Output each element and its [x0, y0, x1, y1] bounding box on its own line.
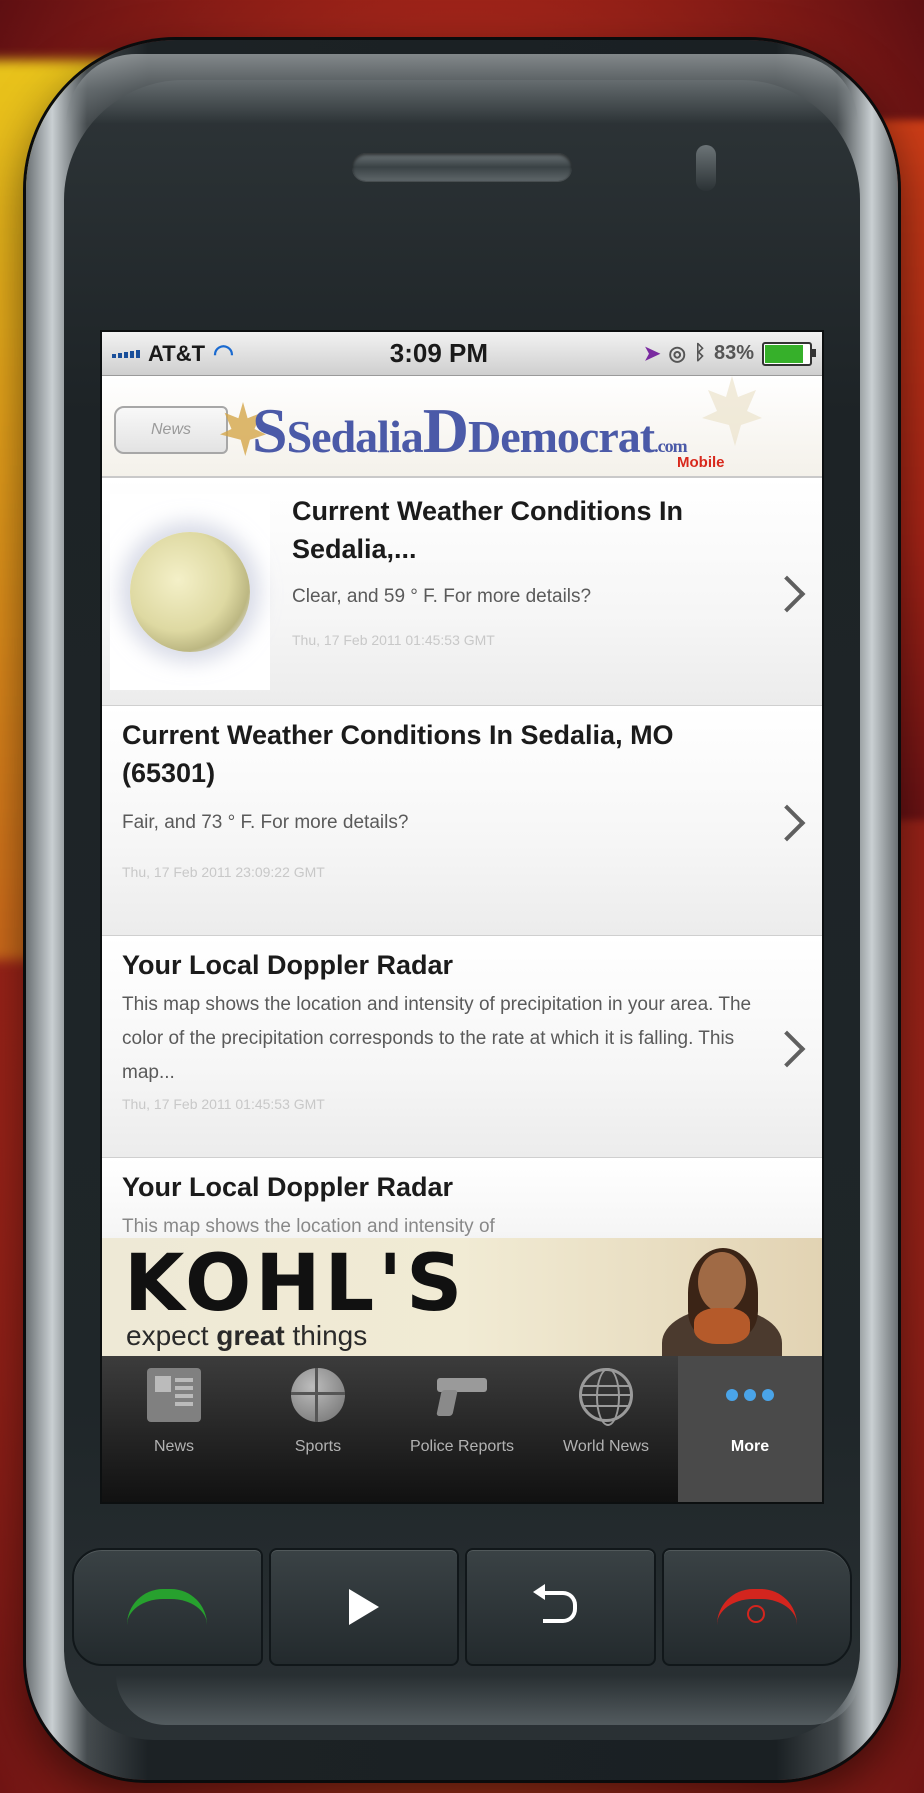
- earpiece-speaker: [352, 153, 572, 181]
- play-button[interactable]: [268, 1548, 459, 1666]
- article-title: Current Weather Conditions In Sedalia, M…: [122, 720, 674, 788]
- ad-tag-bold: great: [216, 1320, 285, 1351]
- newspaper-icon: [147, 1368, 201, 1422]
- list-item[interactable]: Current Weather Conditions In Sedalia,..…: [102, 478, 822, 706]
- chevron-right-icon: [768, 1030, 806, 1068]
- bluetooth-icon: ᛒ: [693, 342, 706, 364]
- basketball-icon: [291, 1368, 345, 1422]
- article-list: Current Weather Conditions In Sedalia,..…: [102, 478, 822, 1278]
- end-call-button[interactable]: [661, 1548, 852, 1666]
- tab-news[interactable]: News: [102, 1356, 246, 1502]
- article-description: This map shows the location and intensit…: [122, 994, 752, 1083]
- article-description: Clear, and 59 ° F. For more details?: [292, 586, 592, 607]
- gun-icon: [435, 1368, 489, 1422]
- ad-tag-suffix: things: [284, 1320, 368, 1351]
- signal-strength-icon: [112, 349, 140, 358]
- battery-percent: 83%: [713, 342, 754, 364]
- article-date: Thu, 17 Feb 2011 23:09:22 GMT: [122, 864, 325, 880]
- status-time: 3:09 PM: [389, 338, 488, 368]
- tab-police-reports[interactable]: Police Reports: [390, 1356, 534, 1502]
- tab-label: Sports: [294, 1438, 342, 1455]
- ad-tag-prefix: expect: [126, 1320, 217, 1351]
- alarm-icon: ◎: [668, 343, 686, 365]
- carrier-name: AT&T: [148, 340, 206, 366]
- tab-bar: News Sports Police Reports World News Mo…: [102, 1356, 822, 1502]
- phone-bottom-rim: [116, 1675, 860, 1725]
- phone-top-rim: [66, 54, 858, 124]
- article-title: Your Local Doppler Radar: [122, 1172, 454, 1202]
- status-bar: AT&T ◠ 3:09 PM ➤ ◎ ᛒ 83%: [102, 332, 822, 376]
- front-camera: [696, 145, 716, 191]
- moon-icon: [130, 532, 250, 652]
- tab-world-news[interactable]: World News: [534, 1356, 678, 1502]
- app-header: News SSedaliaDDemocrat.com Mobile: [102, 376, 822, 478]
- wifi-icon: ◠: [213, 340, 234, 367]
- chevron-right-icon: [768, 575, 806, 613]
- ad-model-image: [642, 1248, 792, 1356]
- logo-part2: Democrat: [467, 411, 655, 462]
- weather-thumbnail: [110, 494, 270, 690]
- article-title: Current Weather Conditions In Sedalia,..…: [292, 496, 684, 564]
- battery-icon: [762, 341, 816, 366]
- ad-banner[interactable]: KOHL'S expect great things: [102, 1238, 822, 1356]
- ad-tagline: expect great things: [126, 1320, 367, 1352]
- play-icon: [348, 1589, 379, 1625]
- back-button[interactable]: News: [114, 406, 228, 454]
- phone-screen: AT&T ◠ 3:09 PM ➤ ◎ ᛒ 83% News SSedaliaDD…: [100, 330, 824, 1504]
- logo-part1: Sedalia: [286, 411, 424, 462]
- tab-more[interactable]: More: [678, 1356, 822, 1502]
- article-date: Thu, 17 Feb 2011 01:45:53 GMT: [122, 1096, 325, 1112]
- globe-icon: [579, 1368, 633, 1426]
- chevron-right-icon: [768, 804, 806, 842]
- more-dots-icon: [723, 1368, 777, 1422]
- article-description: Fair, and 73 ° F. For more details?: [122, 812, 409, 833]
- list-item[interactable]: Current Weather Conditions In Sedalia, M…: [102, 706, 822, 936]
- status-right: ➤ ◎ ᛒ 83%: [643, 341, 816, 366]
- end-call-power-icon: [716, 1589, 797, 1625]
- logo-suffix: .com: [654, 436, 687, 456]
- tab-sports[interactable]: Sports: [246, 1356, 390, 1502]
- battery-fill: [765, 344, 804, 363]
- article-date: Thu, 17 Feb 2011 01:45:53 GMT: [292, 632, 495, 648]
- call-button[interactable]: [72, 1548, 263, 1666]
- tab-label: News: [153, 1438, 194, 1455]
- tab-label: World News: [563, 1438, 649, 1455]
- ad-brand: KOHL'S: [124, 1239, 467, 1329]
- tab-label: More: [730, 1438, 770, 1455]
- status-left: AT&T ◠: [112, 339, 234, 368]
- hardware-button-row: [72, 1548, 852, 1666]
- list-item[interactable]: Your Local Doppler Radar This map shows …: [102, 936, 822, 1158]
- return-arrow-icon: [533, 1584, 578, 1623]
- phone-call-icon: [127, 1589, 208, 1625]
- maple-leaf-watermark-icon: [702, 376, 762, 446]
- article-title: Your Local Doppler Radar: [122, 950, 454, 980]
- tab-label: Police Reports: [409, 1438, 515, 1455]
- logo-mobile-tag: Mobile: [677, 454, 725, 471]
- back-hardware-button[interactable]: [465, 1548, 656, 1666]
- location-arrow-icon: ➤: [643, 343, 661, 365]
- site-logo: SSedaliaDDemocrat.com: [252, 395, 688, 466]
